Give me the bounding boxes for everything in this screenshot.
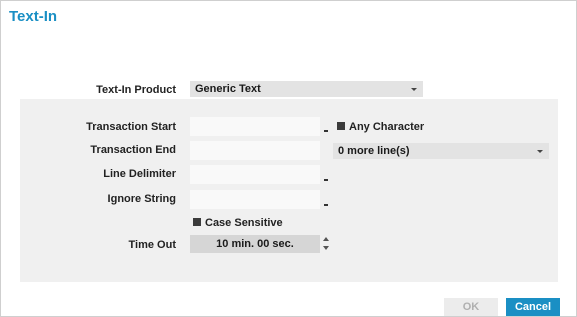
- text-in-product-value: Generic Text: [195, 83, 261, 95]
- time-out-label: Time Out: [128, 239, 176, 251]
- ignore-string-cursor-icon: [324, 204, 328, 206]
- transaction-start-input[interactable]: [190, 117, 320, 136]
- ignore-string-label: Ignore String: [107, 193, 176, 205]
- any-character-checkbox[interactable]: [337, 122, 345, 130]
- transaction-end-label: Transaction End: [90, 144, 176, 156]
- line-delimiter-label: Line Delimiter: [103, 168, 176, 180]
- line-delimiter-cursor-icon: [324, 179, 328, 181]
- text-in-dialog: Text-In Text-In Product Generic Text Tra…: [0, 0, 577, 317]
- transaction-start-cursor-icon: [324, 130, 328, 132]
- any-character-label: Any Character: [349, 121, 425, 133]
- time-out-spinner[interactable]: 10 min. 00 sec.: [190, 235, 320, 253]
- transaction-end-lines-value: 0 more line(s): [338, 145, 410, 157]
- case-sensitive-checkbox[interactable]: [193, 218, 201, 226]
- line-delimiter-input[interactable]: [190, 165, 320, 184]
- case-sensitive-label: Case Sensitive: [205, 217, 283, 229]
- transaction-start-label: Transaction Start: [86, 121, 176, 133]
- ignore-string-input[interactable]: [190, 190, 320, 209]
- text-in-product-select[interactable]: Generic Text: [190, 81, 423, 97]
- chevron-down-icon: [411, 88, 417, 91]
- transaction-end-input[interactable]: [190, 141, 320, 160]
- cancel-button[interactable]: Cancel: [506, 298, 560, 316]
- dialog-title: Text-In: [9, 8, 58, 25]
- transaction-end-lines-select[interactable]: 0 more line(s): [333, 143, 549, 159]
- ok-button[interactable]: OK: [444, 298, 498, 316]
- text-in-product-label: Text-In Product: [96, 84, 176, 96]
- spin-up-icon[interactable]: [323, 237, 329, 241]
- chevron-down-icon: [537, 150, 543, 153]
- spin-down-icon[interactable]: [323, 246, 329, 250]
